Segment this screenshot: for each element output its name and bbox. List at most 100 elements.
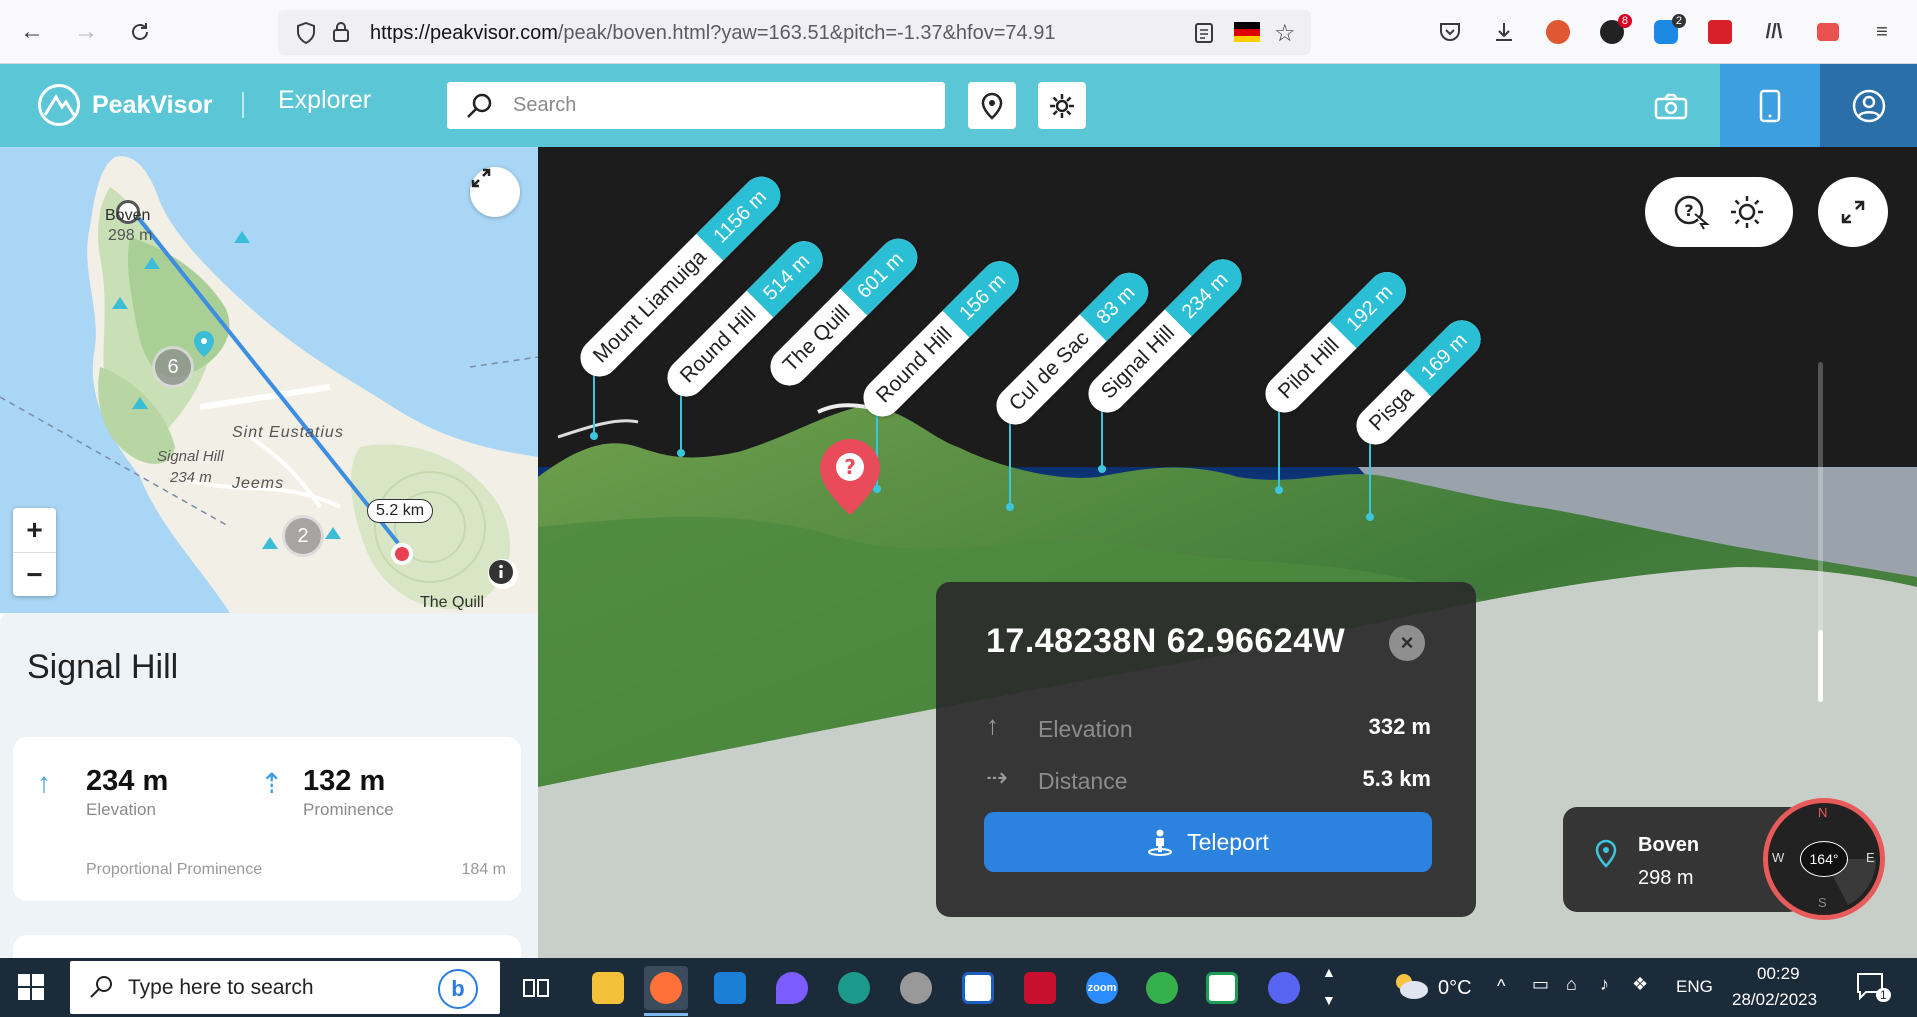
settings-button[interactable] (1038, 82, 1086, 129)
prominence-label: Prominence (303, 800, 394, 819)
map-info-button[interactable] (488, 559, 518, 589)
explorer-label: Explorer (278, 86, 372, 114)
zoom-out-button[interactable]: − (13, 552, 56, 596)
photos-icon[interactable] (708, 966, 752, 1010)
expand-map-button[interactable] (470, 167, 520, 217)
zoom-in-button[interactable]: + (13, 508, 56, 552)
shield-icon[interactable] (296, 21, 316, 49)
file-explorer-icon[interactable] (586, 966, 630, 1010)
duckduckgo-icon[interactable] (1544, 18, 1572, 46)
taskbar-search-placeholder: Type here to search (128, 976, 314, 999)
url-bar[interactable]: https://peakvisor.com/peak/boven.html?ya… (278, 10, 1311, 55)
send-icon[interactable] (1140, 966, 1184, 1010)
battery-icon[interactable]: ▭ (1532, 974, 1549, 995)
panorama-3d-view[interactable]: Mount Liamuiga 1156 m Round Hill 514 m T… (538, 147, 1917, 958)
spreadsheet-icon[interactable] (1200, 966, 1244, 1010)
task-view-icon[interactable] (514, 966, 558, 1010)
peak-marker-dot[interactable] (1275, 486, 1283, 494)
screenshot-icon[interactable] (1814, 18, 1842, 46)
reader-view-icon[interactable] (1194, 22, 1214, 49)
language-indicator[interactable]: ENG (1676, 977, 1713, 997)
scroll-down-icon[interactable]: ▼ (1322, 992, 1336, 1008)
explorer-button[interactable]: Explorer (278, 86, 1537, 771)
scroll-up-icon[interactable]: ▲ (1322, 964, 1336, 980)
search-input[interactable] (513, 90, 913, 120)
teleport-button[interactable]: Teleport (984, 812, 1432, 872)
windows-start-icon[interactable] (18, 974, 44, 1005)
clock-time[interactable]: 00:29 (1757, 964, 1800, 984)
downloads-icon[interactable] (1490, 18, 1518, 46)
peak-marker-dot[interactable] (1006, 503, 1014, 511)
compass-heading: 164° (1800, 841, 1848, 877)
proportional-prominence-value: 184 m (461, 861, 506, 878)
peak-cluster[interactable]: 2 (282, 515, 324, 557)
menu-icon[interactable]: ≡ (1868, 18, 1896, 46)
peak-cluster[interactable]: 6 (152, 346, 194, 388)
reload-icon[interactable] (124, 16, 156, 48)
pdf-reader-icon[interactable] (1018, 966, 1062, 1010)
taskbar-search[interactable]: Type here to search b (70, 961, 500, 1014)
word-document-icon[interactable] (956, 966, 1000, 1010)
prominence-value: 132 m (303, 765, 386, 797)
camera-button[interactable] (1630, 64, 1712, 147)
question-pin-icon: ? (820, 439, 880, 515)
weather-cloud-icon[interactable] (1390, 970, 1430, 1007)
close-popup-button[interactable]: × (1389, 625, 1425, 661)
tray-chevron-icon[interactable]: ^ (1497, 976, 1505, 997)
back-icon[interactable]: ← (16, 16, 48, 48)
sun-icon[interactable] (1729, 194, 1765, 230)
windows-taskbar: Type here to search b zoom ▲ ▼ 0°C ^ ▭ ⌂… (0, 958, 1917, 1017)
clock-date[interactable]: 28/02/2023 (1732, 990, 1817, 1010)
bing-icon[interactable]: b (438, 969, 478, 1009)
svg-text:?: ? (1684, 201, 1693, 220)
map-label-boven: Boven (105, 207, 151, 224)
extension-icon[interactable]: 2 (1652, 14, 1686, 46)
paint-icon[interactable] (770, 966, 814, 1010)
map-label-sint-eustatius: Sint Eustatius (232, 424, 344, 441)
popup-distance-row: ⇢ Distance 5.3 km (986, 762, 1431, 798)
map-label-jeems: Jeems (232, 475, 285, 492)
extension-icon[interactable]: //\ (1760, 18, 1788, 46)
peak-marker-dot[interactable] (1098, 465, 1106, 473)
location-button[interactable] (968, 82, 1016, 129)
peak-marker-dot[interactable] (677, 449, 685, 457)
german-flag-icon[interactable] (1234, 22, 1260, 42)
url-text[interactable]: https://peakvisor.com/peak/boven.html?ya… (370, 22, 1055, 45)
compass-east: E (1866, 850, 1875, 865)
forward-icon[interactable]: → (70, 16, 102, 48)
map-label-the-quill: The Quill (420, 594, 485, 611)
extension-icon[interactable] (1706, 18, 1734, 46)
peakvisor-logo[interactable]: PeakVisor (38, 84, 212, 126)
dropbox-icon[interactable]: ❖ (1632, 974, 1648, 995)
teleport-label: Teleport (1187, 828, 1269, 855)
firefox-icon[interactable] (644, 966, 688, 1010)
selected-location-pin[interactable]: ? (818, 437, 882, 517)
peak-marker-dot[interactable] (590, 432, 598, 440)
search-box[interactable] (447, 82, 945, 129)
bookmark-star-icon[interactable]: ☆ (1274, 19, 1296, 48)
extension-icon[interactable]: 8 (1598, 14, 1632, 46)
discord-icon[interactable] (1262, 966, 1306, 1010)
altitude-slider-thumb[interactable] (1818, 630, 1823, 702)
distance-label: 5.2 km (367, 499, 434, 523)
mobile-app-button[interactable] (1720, 64, 1820, 147)
browser-toolbar: ← → https://peakvisor.com/peak/boven.htm… (0, 0, 1917, 64)
pocket-icon[interactable] (1436, 18, 1464, 46)
zoom-icon[interactable]: zoom (1080, 966, 1124, 1010)
mini-map[interactable]: Boven 298 m Sint Eustatius Signal Hill 2… (0, 147, 538, 613)
identify-cursor-icon[interactable]: ? (1673, 194, 1713, 230)
network-icon[interactable]: ⌂ (1566, 974, 1577, 995)
fullscreen-button[interactable] (1818, 177, 1888, 247)
location-pin-icon (1595, 839, 1617, 868)
peak-marker-dot[interactable] (1366, 513, 1374, 521)
popup-elevation-label: Elevation (1038, 716, 1133, 742)
compass-dial[interactable]: N E S W 164° (1763, 798, 1885, 920)
search-icon (465, 92, 493, 125)
info-icon (489, 560, 513, 584)
volume-icon[interactable]: ♪ (1600, 974, 1609, 995)
edge-icon[interactable] (832, 966, 876, 1010)
account-button[interactable] (1820, 64, 1917, 147)
google-earth-pro-icon[interactable] (894, 966, 938, 1010)
temperature: 0°C (1438, 977, 1472, 999)
lock-icon[interactable] (332, 21, 350, 48)
